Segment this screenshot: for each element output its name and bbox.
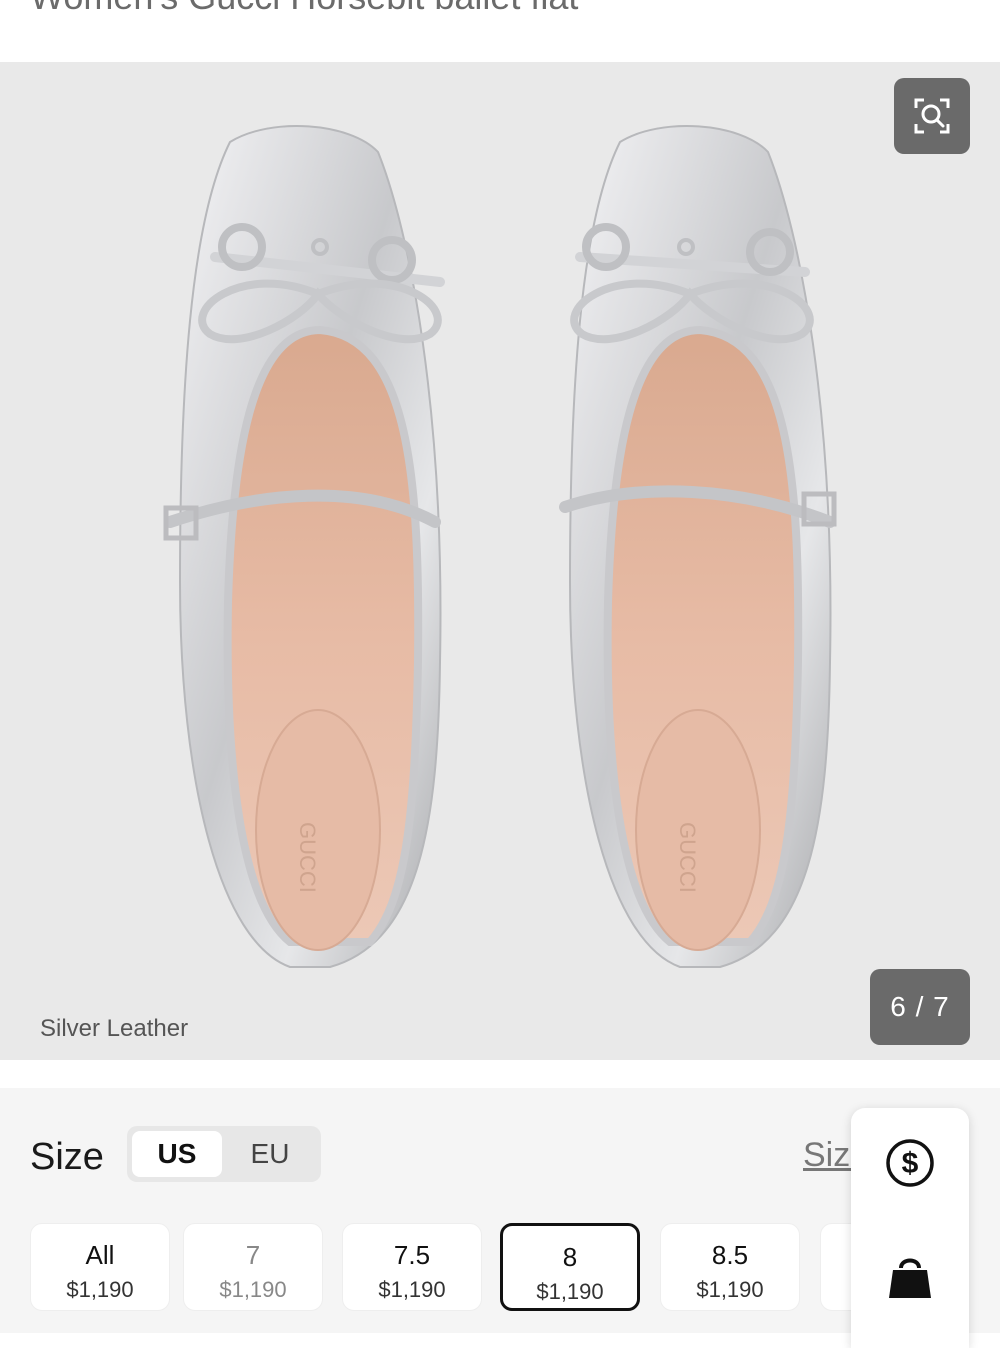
shopping-bag-icon (889, 1258, 931, 1298)
product-title: Women's Gucci Horsebit ballet flat (30, 0, 578, 18)
size-chip-list: All $1,190 7 $1,190 7.5 $1,190 8 $1,190 … (0, 1223, 1000, 1313)
size-value: 8.5 (711, 1240, 749, 1270)
size-chip-all[interactable]: All $1,190 (30, 1223, 170, 1311)
image-counter: 6 / 7 (870, 969, 970, 1045)
size-chip-7-5[interactable]: 7.5 $1,190 (342, 1223, 482, 1311)
size-value: 8 (562, 1242, 578, 1272)
product-image-gallery[interactable]: GUCCI GUCCI Silver Leather 6 / 7 (0, 62, 1000, 1060)
unit-option-eu[interactable]: EU (225, 1131, 315, 1177)
right-shoe: GUCCI (559, 125, 837, 968)
size-value: All (85, 1240, 115, 1270)
size-price: $1,190 (696, 1277, 764, 1302)
product-image: GUCCI GUCCI (163, 125, 837, 968)
dollar-icon: $ (886, 1139, 934, 1187)
size-price: $1,190 (378, 1277, 446, 1302)
left-shoe: GUCCI (163, 125, 445, 968)
size-chip-8[interactable]: 8 $1,190 (500, 1223, 640, 1311)
svg-text:$: $ (902, 1147, 919, 1180)
svg-text:GUCCI: GUCCI (675, 822, 700, 893)
size-unit-toggle: US EU (127, 1126, 321, 1182)
zoom-button[interactable] (894, 78, 970, 154)
size-chip-8-5[interactable]: 8.5 $1,190 (660, 1223, 800, 1311)
add-to-bag-button[interactable] (875, 1242, 945, 1312)
size-price: $1,190 (66, 1277, 134, 1302)
size-label: Size (30, 1136, 104, 1178)
price-button[interactable]: $ (875, 1128, 945, 1198)
material-label: Silver Leather (40, 1015, 189, 1042)
floating-action-bar: $ (851, 1108, 969, 1348)
unit-option-us[interactable]: US (132, 1131, 222, 1177)
size-guide-link[interactable]: Size Guide (803, 1136, 853, 1175)
size-price: $1,190 (219, 1277, 287, 1302)
zoom-search-icon (914, 98, 950, 134)
size-value: 7 (245, 1240, 261, 1270)
size-selector-panel: Size US EU Size Guide All $1,190 7 $1,19… (0, 1088, 1000, 1333)
svg-text:GUCCI: GUCCI (295, 822, 320, 893)
size-price: $1,190 (536, 1279, 604, 1304)
size-chip-7[interactable]: 7 $1,190 (183, 1223, 323, 1311)
size-value: 7.5 (393, 1240, 431, 1270)
